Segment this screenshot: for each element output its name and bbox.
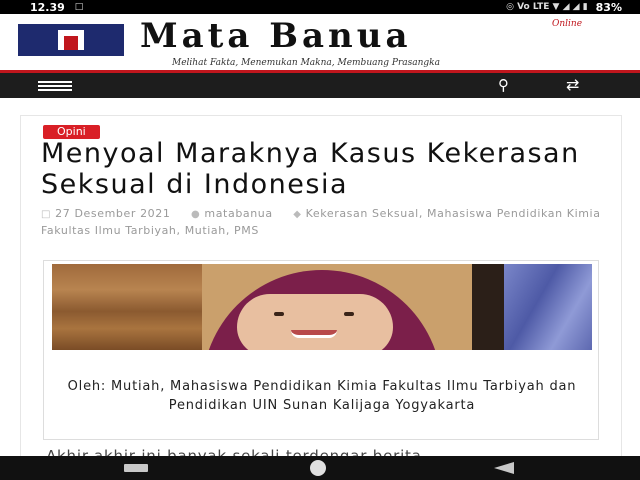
status-bar: 12.39 □ ◎ Vo LTE ▼ ◢ ◢ ▮ 83% <box>0 0 640 14</box>
status-time: 12.39 <box>30 0 65 14</box>
hamburger-menu-icon[interactable] <box>38 81 72 91</box>
shuffle-icon[interactable]: ⇄ <box>566 75 579 94</box>
article-figure: Oleh: Mutiah, Mahasiswa Pendidikan Kimia… <box>43 260 599 440</box>
article-date[interactable]: 27 Desember 2021 <box>55 207 170 220</box>
image-caption: Oleh: Mutiah, Mahasiswa Pendidikan Kimia… <box>67 379 577 413</box>
signal-icons: ◎ Vo LTE ▼ ◢ ◢ ▮ <box>506 2 588 12</box>
site-logo-icon[interactable] <box>18 24 124 56</box>
user-icon: ● <box>190 209 201 220</box>
article-author[interactable]: matabanua <box>204 207 272 220</box>
status-bar-left: 12.39 □ <box>30 1 83 14</box>
status-bar-right: ◎ Vo LTE ▼ ◢ ◢ ▮ 83% <box>506 1 622 14</box>
nav-bar: ⚲ ⇄ <box>0 73 640 98</box>
online-label: Online <box>552 19 583 29</box>
site-name[interactable]: Mata Banua <box>140 16 411 56</box>
system-nav-bar <box>0 456 640 480</box>
battery-level: 83% <box>595 0 622 14</box>
category-badge[interactable]: Opini <box>43 125 100 139</box>
tag-icon: ◆ <box>293 209 302 220</box>
article-meta: □ 27 Desember 2021 ● matabanua ◆ Kekeras… <box>41 206 611 239</box>
back-icon[interactable] <box>494 462 514 474</box>
site-header: Mata Banua Online Melihat Fakta, Menemuk… <box>0 14 640 70</box>
recent-apps-icon[interactable] <box>124 464 148 472</box>
site-tagline: Melihat Fakta, Menemukan Makna, Membuang… <box>172 58 440 68</box>
screen-icon: □ <box>74 2 84 12</box>
author-photo <box>52 264 592 350</box>
article-card: Opini Menyoal Maraknya Kasus Kekerasan S… <box>20 115 622 460</box>
article-title: Menyoal Maraknya Kasus Kekerasan Seksual… <box>41 138 580 200</box>
search-icon[interactable]: ⚲ <box>498 76 509 94</box>
calendar-icon: □ <box>41 209 52 220</box>
home-icon[interactable] <box>310 460 326 476</box>
